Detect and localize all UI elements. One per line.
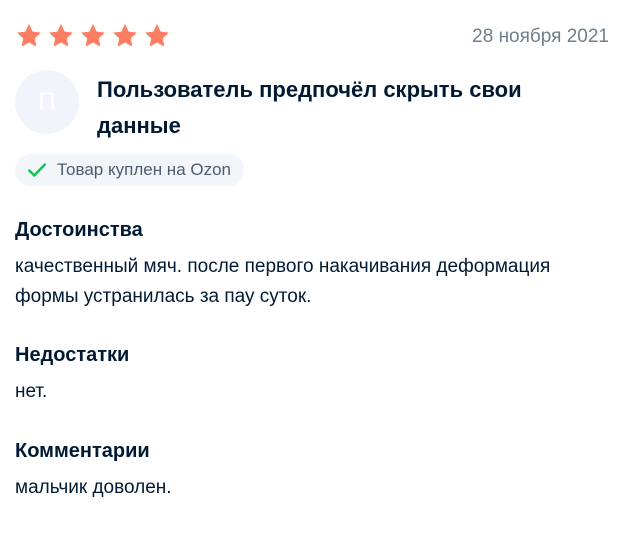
- cons-title: Недостатки: [15, 344, 130, 366]
- cons-text: нет.: [15, 381, 48, 402]
- star-icon: [47, 22, 75, 50]
- cons-section: Недостатки нет.: [15, 344, 605, 407]
- pros-title: Достоинства: [15, 219, 143, 241]
- review-date: 28 ноября 2021: [472, 26, 609, 47]
- comment-text: мальчик доволен.: [15, 477, 172, 498]
- star-icon: [15, 22, 43, 50]
- author-row: П Пользователь предпочёл скрыть свои дан…: [15, 70, 609, 140]
- star-icon: [79, 22, 107, 50]
- review-header: 28 ноября 2021: [15, 22, 609, 52]
- avatar: П: [15, 70, 79, 134]
- star-rating: [15, 22, 171, 50]
- comment-title: Комментарии: [15, 440, 150, 462]
- star-icon: [143, 22, 171, 50]
- author-name: Пользователь предпочёл скрыть свои данны…: [97, 77, 522, 138]
- comment-section: Комментарии мальчик доволен.: [15, 440, 605, 503]
- purchased-badge: Товар куплен на Ozon: [15, 154, 245, 186]
- review-card: 28 ноября 2021 П Пользователь предпочёл …: [0, 0, 621, 549]
- check-icon: [26, 159, 48, 181]
- avatar-letter: П: [38, 88, 56, 115]
- pros-section: Достоинства качественный мяч. после перв…: [15, 219, 605, 312]
- badge-label: Товар куплен на Ozon: [57, 160, 232, 179]
- star-icon: [111, 22, 139, 50]
- pros-text: качественный мяч. после первого накачива…: [15, 256, 551, 307]
